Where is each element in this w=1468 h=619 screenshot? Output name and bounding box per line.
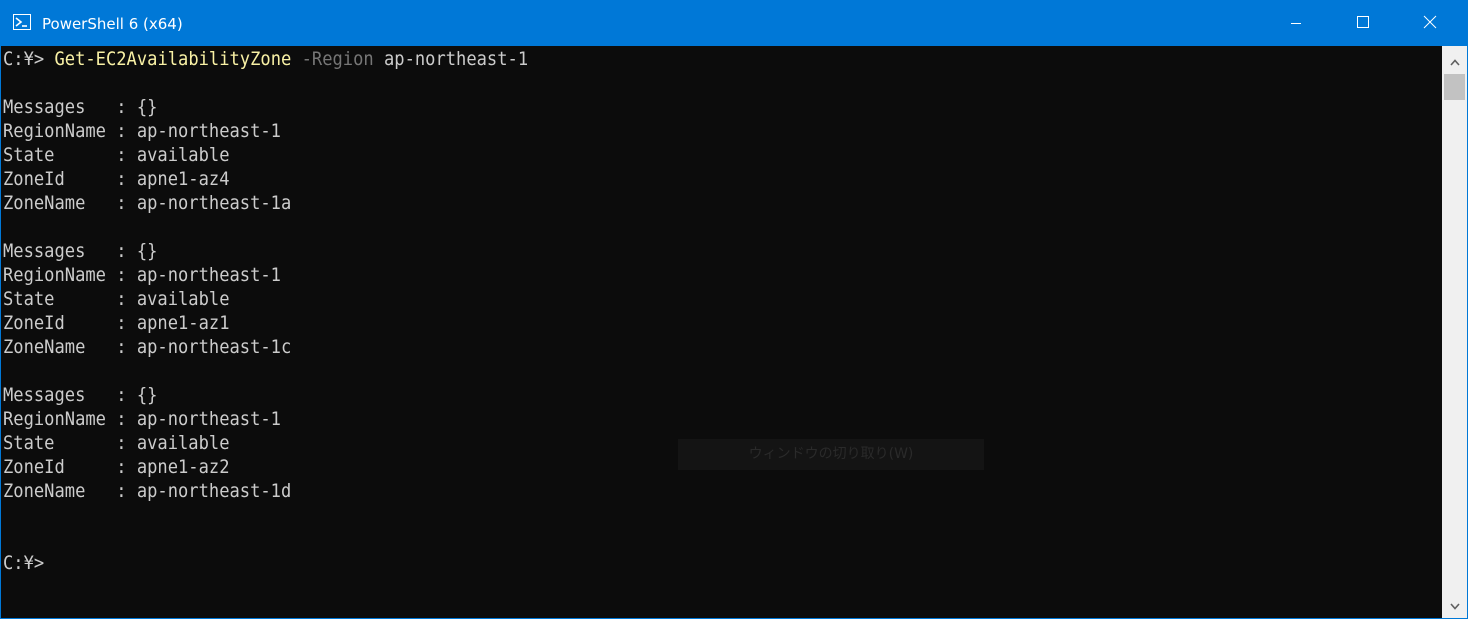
result-state: State : available — [3, 288, 230, 310]
scroll-down-button[interactable] — [1442, 594, 1467, 618]
minimize-button[interactable] — [1262, 1, 1329, 46]
vertical-scrollbar[interactable] — [1442, 46, 1467, 618]
result-zone-name: ZoneName : ap-northeast-1d — [3, 480, 292, 502]
final-prompt: C:¥> — [3, 552, 45, 574]
result-region-name: RegionName : ap-northeast-1 — [3, 120, 281, 142]
maximize-button[interactable] — [1329, 1, 1396, 46]
parameter-value: ap-northeast-1 — [383, 48, 529, 70]
chevron-up-icon — [1449, 53, 1460, 71]
result-zone-id: ZoneId : apne1-az4 — [3, 168, 230, 190]
prompt: C:¥> — [3, 48, 45, 70]
result-zone-name: ZoneName : ap-northeast-1a — [3, 192, 292, 214]
parameter-name: -Region — [301, 48, 374, 70]
cmdlet-name: Get-EC2AvailabilityZone — [54, 48, 292, 70]
chevron-down-icon — [1449, 597, 1460, 615]
maximize-icon — [1356, 14, 1370, 33]
result-zone-name: ZoneName : ap-northeast-1c — [3, 336, 292, 358]
result-messages: Messages : {} — [3, 96, 158, 118]
result-messages: Messages : {} — [3, 240, 158, 262]
powershell-window: PowerShell 6 (x64) C:¥> Get-EC2Availabil… — [0, 0, 1468, 619]
powershell-icon[interactable] — [13, 14, 31, 30]
result-zone-id: ZoneId : apne1-az1 — [3, 312, 230, 334]
minimize-icon — [1290, 14, 1302, 33]
result-region-name: RegionName : ap-northeast-1 — [3, 408, 281, 430]
faint-tooltip: ウィンドウの切り取り(W) — [678, 439, 984, 470]
result-region-name: RegionName : ap-northeast-1 — [3, 264, 281, 286]
window-title: PowerShell 6 (x64) — [42, 15, 183, 33]
result-messages: Messages : {} — [3, 384, 158, 406]
scroll-up-button[interactable] — [1442, 50, 1467, 74]
close-icon — [1423, 14, 1437, 33]
result-state: State : available — [3, 144, 230, 166]
result-zone-id: ZoneId : apne1-az2 — [3, 456, 230, 478]
title-bar[interactable]: PowerShell 6 (x64) — [1, 1, 1467, 46]
console-output[interactable]: C:¥> Get-EC2AvailabilityZone -Region ap-… — [1, 46, 1442, 618]
command-line: C:¥> Get-EC2AvailabilityZone -Region ap-… — [3, 47, 528, 71]
result-state: State : available — [3, 432, 230, 454]
scroll-thumb[interactable] — [1444, 74, 1465, 100]
close-button[interactable] — [1396, 1, 1463, 46]
